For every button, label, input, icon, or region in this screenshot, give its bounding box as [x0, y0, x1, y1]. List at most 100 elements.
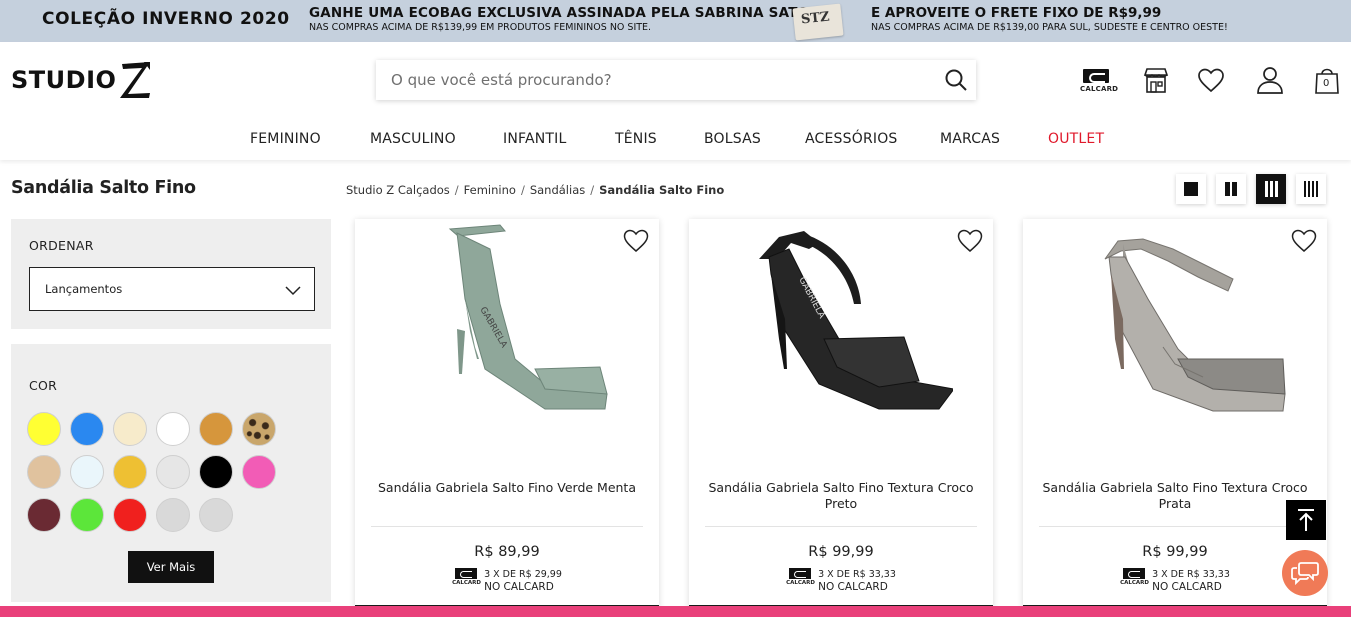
- color-swatch[interactable]: [27, 455, 61, 489]
- logo-text: STUDIO: [11, 66, 117, 94]
- calcard-icon: CALCARD: [786, 568, 815, 586]
- color-swatch[interactable]: [242, 455, 276, 489]
- color-swatch[interactable]: [199, 412, 233, 446]
- sort-panel: ORDENAR Lançamentos: [11, 219, 331, 329]
- view-2-columns-button[interactable]: [1216, 174, 1246, 204]
- installments: CALCARD 3 X DE R$ 29,99 NO CALCARD: [355, 568, 659, 594]
- ecobag-label: STZ: [800, 9, 831, 28]
- wishlist-heart-icon[interactable]: [623, 229, 649, 253]
- installments: CALCARD 3 X DE R$ 33,33 NO CALCARD: [689, 568, 993, 594]
- color-swatch[interactable]: [70, 412, 104, 446]
- logo-z-mark: [120, 62, 151, 98]
- view-3-columns-button[interactable]: [1256, 174, 1286, 204]
- site-header: STUDIO CALCARD 0: [0, 42, 1351, 160]
- color-title: COR: [29, 378, 58, 393]
- divider: [1039, 526, 1311, 527]
- bottom-pink-bar: [0, 606, 1351, 617]
- product-card[interactable]: Sandália Gabriela Salto Fino Textura Cro…: [1023, 219, 1327, 617]
- nav-acessorios[interactable]: ACESSÓRIOS: [805, 131, 898, 147]
- installments-value: 3 X DE R$ 29,99: [484, 569, 562, 580]
- search-input[interactable]: [376, 60, 936, 100]
- wishlist-heart-icon[interactable]: [957, 229, 983, 253]
- view-1-column-button[interactable]: [1176, 174, 1206, 204]
- calcard-icon: CALCARD: [1120, 568, 1149, 586]
- color-swatch[interactable]: [242, 412, 276, 446]
- color-swatch[interactable]: [156, 455, 190, 489]
- promo-shipping-subtitle: NAS COMPRAS ACIMA DE R$139,00 PARA SUL, …: [871, 22, 1228, 33]
- installments-value: 3 X DE R$ 33,33: [818, 569, 896, 580]
- breadcrumb-feminino[interactable]: Feminino: [464, 183, 516, 197]
- color-swatch[interactable]: [199, 455, 233, 489]
- color-swatch[interactable]: [156, 498, 190, 532]
- view-4-columns-button[interactable]: [1296, 174, 1326, 204]
- color-swatch[interactable]: [27, 412, 61, 446]
- chat-button[interactable]: [1282, 550, 1328, 596]
- color-swatch[interactable]: [199, 498, 233, 532]
- installments-suffix: NO CALCARD: [818, 581, 888, 593]
- product-price: R$ 89,99: [474, 544, 540, 560]
- installments-suffix: NO CALCARD: [1152, 581, 1222, 593]
- product-card[interactable]: GABRIELA Sandália Gabriela Salto Fino Te…: [689, 219, 993, 617]
- breadcrumb-current: Sandália Salto Fino: [599, 183, 725, 197]
- sort-value: Lançamentos: [45, 282, 123, 296]
- breadcrumb-sandalias[interactable]: Sandálias: [530, 183, 585, 197]
- site-logo[interactable]: STUDIO: [11, 60, 152, 100]
- divider: [705, 526, 977, 527]
- store-icon[interactable]: [1142, 66, 1170, 94]
- installments-suffix: NO CALCARD: [484, 581, 554, 593]
- calcard-icon: CALCARD: [452, 568, 481, 586]
- nav-feminino[interactable]: FEMININO: [250, 131, 321, 147]
- breadcrumb: Studio Z Calçados / Feminino / Sandálias / San…: [346, 183, 725, 197]
- product-name[interactable]: Sandália Gabriela Salto Fino Textura Cro…: [1039, 480, 1311, 512]
- nav-infantil[interactable]: INFANTIL: [503, 131, 567, 147]
- product-image[interactable]: [1063, 219, 1287, 419]
- promo-ecobag: GANHE UMA ECOBAG EXCLUSIVA ASSINADA PELA…: [309, 5, 809, 33]
- nav-bolsas[interactable]: BOLSAS: [704, 131, 761, 147]
- color-filter-panel: COR Ver Mais: [11, 344, 331, 602]
- heart-icon[interactable]: [1197, 68, 1225, 93]
- promo-ecobag-title: GANHE UMA ECOBAG EXCLUSIVA ASSINADA PELA…: [309, 5, 810, 21]
- nav-marcas[interactable]: MARCAS: [940, 131, 1000, 147]
- calcard-label: CALCARD: [1080, 85, 1119, 93]
- product-price: R$ 99,99: [1142, 544, 1208, 560]
- color-swatch[interactable]: [113, 455, 147, 489]
- arrow-up-icon: [1298, 509, 1314, 531]
- calcard-icon[interactable]: CALCARD: [1080, 69, 1119, 93]
- nav-masculino[interactable]: MASCULINO: [370, 131, 456, 147]
- page-title: Sandália Salto Fino: [11, 178, 196, 198]
- promo-shipping-title: E APROVEITE O FRETE FIXO DE R$9,99: [871, 5, 1162, 21]
- product-name[interactable]: Sandália Gabriela Salto Fino Verde Menta: [371, 480, 643, 496]
- chevron-down-icon: [285, 286, 301, 296]
- cart-count: 0: [1323, 78, 1330, 89]
- color-swatch[interactable]: [113, 412, 147, 446]
- divider: [371, 526, 643, 527]
- product-image[interactable]: GABRIELA: [395, 219, 619, 419]
- breadcrumb-home[interactable]: Studio Z Calçados: [346, 183, 450, 197]
- chat-icon: [1291, 562, 1319, 586]
- color-swatch[interactable]: [70, 498, 104, 532]
- promo-collection-text: COLEÇÃO INVERNO 2020: [42, 9, 290, 29]
- ver-mais-button[interactable]: Ver Mais: [128, 551, 214, 583]
- installments-value: 3 X DE R$ 33,33: [1152, 569, 1230, 580]
- search-bar: [376, 60, 976, 100]
- nav-outlet[interactable]: OUTLET: [1048, 131, 1104, 147]
- main-nav: FEMININO MASCULINO INFANTIL TÊNIS BOLSAS…: [0, 128, 1351, 150]
- promo-banner[interactable]: COLEÇÃO INVERNO 2020 GANHE UMA ECOBAG EX…: [0, 0, 1351, 42]
- product-name[interactable]: Sandália Gabriela Salto Fino Textura Cro…: [705, 480, 977, 512]
- color-swatch[interactable]: [27, 498, 61, 532]
- search-icon[interactable]: [944, 68, 968, 92]
- wishlist-heart-icon[interactable]: [1291, 229, 1317, 253]
- sort-select[interactable]: Lançamentos: [29, 267, 315, 311]
- color-swatch[interactable]: [70, 455, 104, 489]
- product-image[interactable]: GABRIELA: [729, 219, 953, 419]
- color-swatch[interactable]: [113, 498, 147, 532]
- promo-shipping: E APROVEITE O FRETE FIXO DE R$9,99 NAS C…: [871, 5, 1228, 33]
- user-icon[interactable]: [1256, 66, 1284, 94]
- nav-tenis[interactable]: TÊNIS: [615, 131, 657, 147]
- color-swatch[interactable]: [156, 412, 190, 446]
- sort-title: ORDENAR: [29, 238, 94, 253]
- bag-icon[interactable]: 0: [1314, 66, 1340, 94]
- product-card[interactable]: GABRIELA Sandália Gabriela Salto Fino Ve…: [355, 219, 659, 617]
- promo-ecobag-subtitle: NAS COMPRAS ACIMA DE R$139,99 EM PRODUTO…: [309, 22, 652, 33]
- back-to-top-button[interactable]: [1286, 500, 1326, 540]
